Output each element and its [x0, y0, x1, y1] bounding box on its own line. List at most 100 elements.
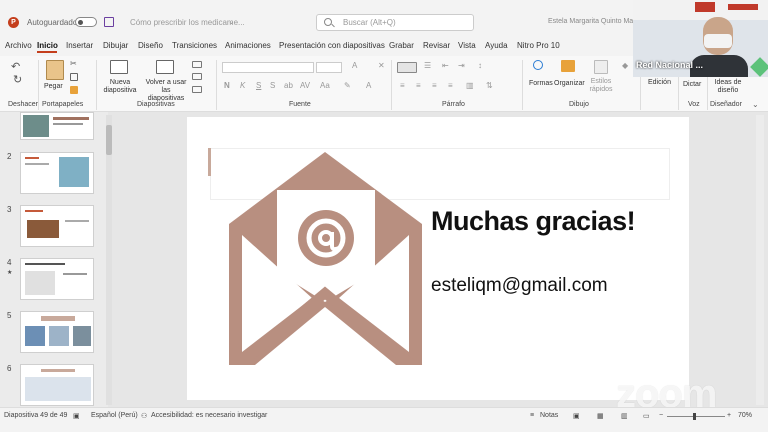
- change-case-icon[interactable]: Aa: [320, 81, 330, 90]
- justify-icon[interactable]: ≡: [448, 81, 453, 90]
- paste-button[interactable]: Pegar: [44, 83, 63, 91]
- collapse-ribbon-icon[interactable]: ⌄: [752, 100, 759, 109]
- align-right-icon[interactable]: ≡: [432, 81, 437, 90]
- spacing-icon[interactable]: AV: [300, 81, 310, 90]
- user-name[interactable]: Estela Margarita Quinto Maltz: [548, 18, 640, 25]
- zoom-slider-handle[interactable]: [693, 413, 697, 420]
- dictate-button[interactable]: Dictar: [683, 81, 701, 89]
- zoom-level[interactable]: 70%: [738, 412, 752, 419]
- undo-icon[interactable]: ↶: [11, 60, 20, 73]
- menu-presentacion[interactable]: Presentación con diapositivas: [279, 41, 385, 50]
- spellcheck-icon[interactable]: ▣: [73, 412, 80, 420]
- reading-view-icon[interactable]: ▥: [621, 412, 628, 420]
- font-size-select[interactable]: [316, 62, 342, 73]
- menu-nitro[interactable]: Nitro Pro 10: [517, 41, 560, 50]
- group-parrafo: Párrafo: [442, 101, 465, 108]
- group-diapositivas: Diapositivas: [137, 101, 175, 108]
- divider: [216, 60, 217, 110]
- text-direction-icon[interactable]: ⇅: [486, 81, 493, 90]
- reset-icon[interactable]: [192, 73, 202, 80]
- shadow-icon[interactable]: S: [270, 81, 275, 90]
- sorter-view-icon[interactable]: ▦: [597, 412, 604, 420]
- powerpoint-logo-icon: P: [8, 17, 19, 28]
- contact-email[interactable]: esteliqm@gmail.com: [431, 275, 608, 297]
- chevron-down-icon[interactable]: ⌄: [228, 17, 235, 26]
- reuse-slides-button[interactable]: Volver a usar las diapositivas: [143, 79, 189, 103]
- highlight-icon[interactable]: ✎: [344, 81, 351, 90]
- align-center-icon[interactable]: ≡: [416, 81, 421, 90]
- section-icon[interactable]: [192, 86, 202, 93]
- font-family-select[interactable]: [222, 62, 314, 73]
- menu-archivo[interactable]: Archivo: [5, 41, 32, 50]
- thanks-heading[interactable]: Muchas gracias!: [431, 206, 636, 237]
- zoom-in-icon[interactable]: +: [727, 412, 731, 419]
- envelope-icon[interactable]: [229, 152, 422, 365]
- slide-thumbnail[interactable]: [20, 152, 94, 194]
- increase-indent-icon[interactable]: ⇥: [458, 61, 465, 70]
- normal-view-icon[interactable]: ▣: [573, 412, 580, 420]
- slide-counter: Diapositiva 49 de 49: [4, 412, 68, 419]
- align-left-icon[interactable]: ≡: [400, 81, 405, 90]
- menu-grabar[interactable]: Grabar: [389, 41, 414, 50]
- save-icon[interactable]: [104, 17, 114, 27]
- menu-transiciones[interactable]: Transiciones: [172, 41, 217, 50]
- line-spacing-icon[interactable]: ↕: [478, 61, 482, 70]
- clear-format-icon[interactable]: ✕: [378, 61, 385, 70]
- search-input[interactable]: Buscar (Alt+Q): [316, 14, 474, 31]
- slideshow-icon[interactable]: ▭: [643, 412, 650, 420]
- accessibility-status[interactable]: Accesibilidad: es necesario investigar: [151, 412, 267, 419]
- slide-thumbnail[interactable]: [20, 112, 94, 140]
- slide-thumbnail[interactable]: [20, 205, 94, 247]
- columns-icon[interactable]: ▥: [466, 81, 474, 90]
- accessibility-icon[interactable]: ⚇: [141, 412, 147, 420]
- reuse-slides-icon[interactable]: [156, 60, 174, 74]
- bullets-icon[interactable]: [397, 62, 417, 73]
- slide-thumbnail[interactable]: [20, 311, 94, 353]
- italic-icon[interactable]: K: [240, 81, 245, 90]
- font-color-icon[interactable]: A: [366, 81, 371, 90]
- strikethrough-icon[interactable]: ab: [284, 81, 293, 90]
- autosave-toggle[interactable]: [75, 17, 97, 27]
- shape-fill-icon[interactable]: ◆: [622, 61, 628, 70]
- underline-icon[interactable]: S: [256, 81, 261, 90]
- menu-vista[interactable]: Vista: [458, 41, 476, 50]
- cut-icon[interactable]: ✂: [70, 59, 77, 68]
- quick-styles-button[interactable]: Estilos rápidos: [587, 78, 615, 94]
- search-icon: [324, 18, 332, 26]
- format-painter-icon[interactable]: [70, 86, 78, 94]
- numbering-icon[interactable]: ☰: [424, 61, 431, 70]
- shapes-icon[interactable]: [533, 60, 543, 70]
- arrange-button[interactable]: Organizar: [554, 80, 585, 88]
- grow-font-icon[interactable]: A: [352, 61, 357, 70]
- menu-diseno[interactable]: Diseño: [138, 41, 163, 50]
- copy-icon[interactable]: [70, 73, 78, 81]
- quick-styles-icon[interactable]: [594, 60, 608, 74]
- menu-inicio[interactable]: Inicio: [37, 41, 58, 50]
- slide-thumbnail[interactable]: [20, 364, 94, 406]
- new-slide-button[interactable]: Nueva diapositiva: [100, 79, 140, 95]
- thumbnails-scrollbar[interactable]: [106, 115, 112, 405]
- decrease-indent-icon[interactable]: ⇤: [442, 61, 449, 70]
- menu-dibujar[interactable]: Dibujar: [103, 41, 128, 50]
- menu-animaciones[interactable]: Animaciones: [225, 41, 271, 50]
- layout-icon[interactable]: [192, 61, 202, 68]
- notes-icon[interactable]: ≡: [530, 412, 534, 419]
- paste-icon[interactable]: [46, 60, 64, 80]
- menu-revisar[interactable]: Revisar: [423, 41, 450, 50]
- thumbnail-number: 3: [7, 205, 12, 214]
- canvas-scrollbar[interactable]: [756, 115, 764, 405]
- new-slide-icon[interactable]: [110, 60, 128, 74]
- slide-thumbnail[interactable]: [20, 258, 94, 300]
- zoom-out-icon[interactable]: −: [659, 412, 663, 419]
- design-ideas-button[interactable]: Ideas de diseño: [713, 79, 743, 95]
- menu-ayuda[interactable]: Ayuda: [485, 41, 508, 50]
- face-mask: [704, 34, 732, 48]
- notes-button[interactable]: Notas: [540, 412, 558, 419]
- menu-insertar[interactable]: Insertar: [66, 41, 93, 50]
- language-label[interactable]: Español (Perú): [91, 412, 138, 419]
- redo-icon[interactable]: ↻: [13, 73, 22, 86]
- shapes-button[interactable]: Formas: [529, 80, 553, 88]
- edit-button[interactable]: Edición: [648, 79, 671, 87]
- bold-icon[interactable]: N: [224, 81, 230, 90]
- arrange-icon[interactable]: [561, 60, 575, 72]
